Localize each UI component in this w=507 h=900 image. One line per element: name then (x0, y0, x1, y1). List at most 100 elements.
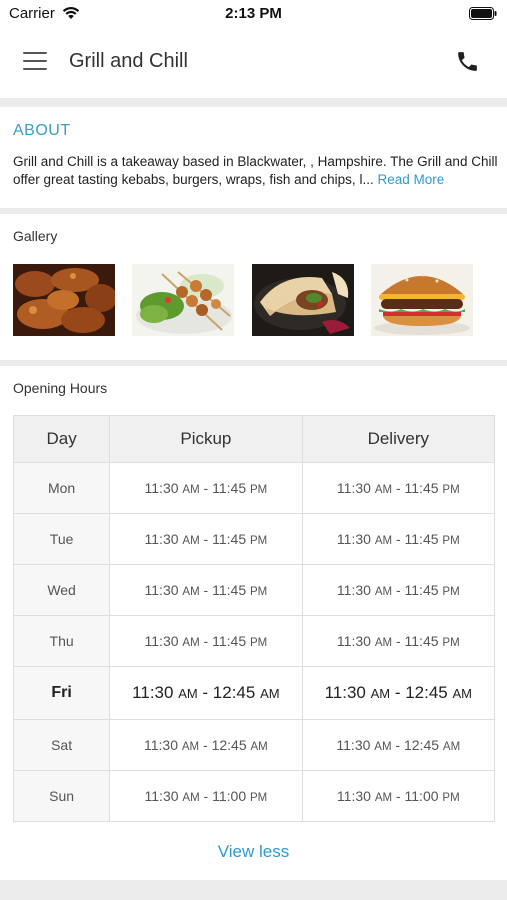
kebab-skewers-photo (132, 264, 234, 336)
page-title: Grill and Chill (69, 50, 188, 72)
table-row: Sat 11:30 AM - 12:45 AM 11:30 AM - 12:45 A… (12, 719, 496, 771)
table-row: Mon 11:30 AM - 11:45 PM 11:30 AM - 11:45 P… (12, 462, 496, 514)
pickup-time-part: AM (250, 741, 268, 753)
delivery-time-part: AM (374, 741, 392, 753)
pickup-time-part: 11:30 (143, 737, 178, 753)
wrap-photo (252, 264, 354, 336)
about-description: Grill and Chill is a takeaway based in B… (13, 153, 498, 189)
delivery-time-part: AM (374, 484, 393, 496)
delivery-time-part: 11:45 (404, 531, 439, 547)
pickup-time-part: 11:45 (212, 531, 247, 547)
pickup-time-part: PM (250, 484, 268, 496)
menu-icon[interactable] (23, 52, 47, 72)
delivery-time-part: AM (374, 535, 393, 547)
burger-photo (371, 264, 473, 336)
pickup-time-part: AM (182, 586, 200, 598)
pickup-time-part: PM (250, 535, 268, 547)
delivery-hours-cell: 11:30 AM - 11:45 PM (301, 513, 496, 565)
day-cell: Sun (12, 770, 111, 822)
pickup-time-part: 11:00 (212, 788, 247, 804)
delivery-hours-cell: 11:30 AM - 11:45 PM (301, 462, 496, 514)
pickup-time-part: 11:45 (212, 633, 247, 649)
delivery-time-part: AM (370, 686, 391, 701)
pickup-hours-cell: 11:30 AM - 11:45 PM (109, 462, 303, 514)
pickup-time-part: 11:45 (212, 582, 247, 598)
delivery-time-part: PM (442, 637, 460, 649)
delivery-time-part: PM (442, 484, 460, 496)
pickup-time-part: 11:30 (144, 531, 179, 547)
pickup-time-part: AM (182, 484, 200, 496)
view-less-link[interactable]: View less (0, 842, 507, 862)
day-cell: Thu (12, 615, 111, 667)
delivery-time-part: 11:30 (336, 480, 371, 496)
opening-hours-section: Opening Hours Day Pickup Delivery Mon 11:… (0, 366, 507, 880)
gallery-image-burger[interactable] (371, 264, 473, 336)
delivery-hours-cell: 11:30 AM - 12:45 AM (301, 666, 496, 720)
battery-icon (469, 7, 497, 20)
delivery-time-part: 11:30 (336, 531, 371, 547)
pickup-time-part: AM (260, 686, 280, 701)
table-row: Fri 11:30 AM - 12:45 AM 11:30 AM - 12:45 A… (12, 666, 496, 720)
delivery-time-part: 11:45 (404, 633, 439, 649)
gallery-image-wrap[interactable] (252, 264, 354, 336)
opening-hours-table: Day Pickup Delivery Mon 11:30 AM - 11:45 … (12, 415, 496, 822)
pickup-time-part: AM (181, 741, 200, 753)
read-more-link[interactable]: Read More (377, 172, 444, 187)
about-section: ABOUT Grill and Chill is a takeaway base… (0, 107, 507, 208)
column-header-day: Day (12, 415, 111, 463)
pickup-hours-cell: 11:30 AM - 11:45 PM (109, 513, 303, 565)
delivery-time-part: AM (374, 792, 393, 804)
delivery-time-part: AM (374, 637, 393, 649)
delivery-time-part: 11:45 (404, 480, 439, 496)
about-heading: ABOUT (13, 122, 71, 139)
delivery-time-part: 11:30 (336, 582, 371, 598)
phone-icon[interactable] (455, 49, 480, 74)
table-header-row: Day Pickup Delivery (12, 415, 496, 463)
app-header: Grill and Chill (0, 28, 507, 98)
pickup-time-part: 11:30 (144, 582, 179, 598)
delivery-time-part: AM (442, 741, 461, 753)
day-cell: Tue (12, 513, 111, 565)
pickup-hours-cell: 11:30 AM - 11:45 PM (109, 615, 303, 667)
delivery-time-part: PM (442, 535, 460, 547)
pickup-hours-cell: 11:30 AM - 12:45 AM (109, 666, 303, 720)
table-row: Wed 11:30 AM - 11:45 PM 11:30 AM - 11:45 P… (12, 564, 496, 616)
delivery-time-part: 12:45 (405, 683, 448, 702)
pickup-time-part: AM (182, 792, 200, 804)
pickup-time-part: 11:30 (132, 683, 174, 702)
delivery-time-part: 11:00 (404, 788, 439, 804)
delivery-time-part: 12:45 (403, 737, 440, 753)
day-cell: Mon (12, 462, 111, 514)
opening-hours-heading: Opening Hours (13, 380, 108, 396)
delivery-time-part: 11:45 (404, 582, 439, 598)
delivery-time-part: 11:30 (336, 737, 371, 753)
delivery-time-part: AM (452, 686, 472, 701)
gallery-heading: Gallery (13, 228, 58, 244)
table-row: Thu 11:30 AM - 11:45 PM 11:30 AM - 11:45 P… (12, 615, 496, 667)
status-time: 2:13 PM (225, 5, 282, 22)
pickup-time-part: PM (250, 637, 268, 649)
delivery-time-part: 11:30 (324, 683, 366, 702)
pickup-time-part: 11:30 (144, 480, 179, 496)
gallery-image-kebab-skewers[interactable] (132, 264, 234, 336)
column-header-delivery: Delivery (301, 415, 496, 463)
delivery-time-part: PM (442, 792, 460, 804)
pickup-time-part: 12:45 (211, 737, 247, 753)
chicken-wings-photo (13, 264, 115, 336)
pickup-hours-cell: 11:30 AM - 11:00 PM (109, 770, 303, 822)
delivery-hours-cell: 11:30 AM - 11:45 PM (301, 564, 496, 616)
pickup-time-part: 12:45 (212, 683, 256, 702)
pickup-time-part: 11:45 (212, 480, 247, 496)
gallery-section: Gallery (0, 214, 507, 360)
gallery-image-chicken-wings[interactable] (13, 264, 115, 336)
pickup-hours-cell: 11:30 AM - 12:45 AM (109, 719, 303, 771)
pickup-time-part: 11:30 (144, 788, 179, 804)
day-cell: Sat (12, 719, 111, 771)
pickup-time-part: AM (178, 686, 198, 701)
delivery-time-part: PM (442, 586, 460, 598)
delivery-hours-cell: 11:30 AM - 11:00 PM (301, 770, 496, 822)
pickup-time-part: AM (182, 637, 200, 649)
delivery-time-part: 11:30 (336, 633, 371, 649)
day-cell: Fri (12, 666, 111, 720)
pickup-time-part: PM (250, 792, 268, 804)
